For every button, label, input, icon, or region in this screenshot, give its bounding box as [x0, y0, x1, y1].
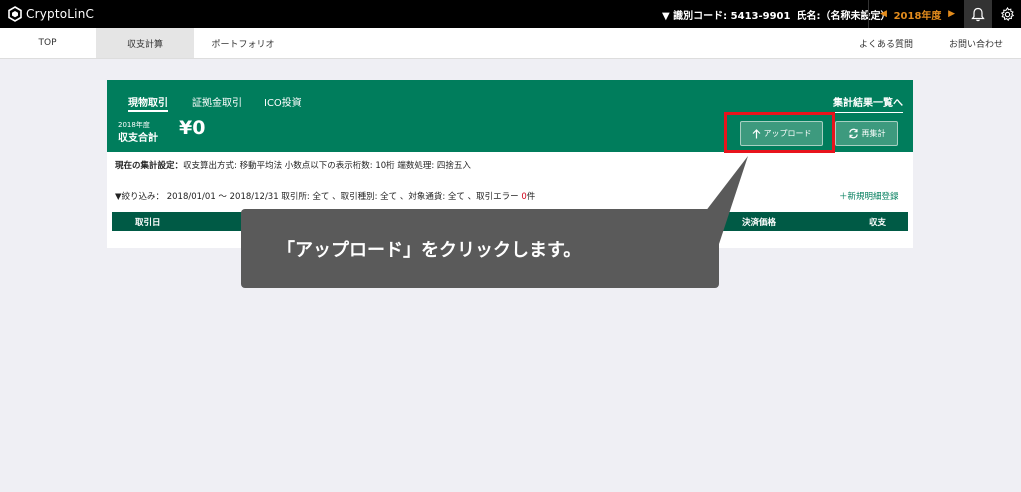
- tab-margin-trading[interactable]: 証拠金取引: [192, 94, 242, 112]
- bell-icon[interactable]: [964, 0, 992, 28]
- total-value: ¥0: [179, 117, 206, 139]
- upload-highlight-box: [724, 112, 835, 153]
- top-bar: CryptoLinC ▼ 識別コード: 5413-9901 氏名:（名称未設定）…: [0, 0, 1021, 28]
- filter-summary[interactable]: ▼絞り込み： 2018/01/01 〜 2018/12/31 取引所: 全て 、…: [115, 190, 535, 202]
- nav-calc[interactable]: 収支計算: [96, 28, 194, 58]
- error-suffix: 件: [526, 192, 536, 202]
- id-code-label[interactable]: ▼ 識別コード: 5413-9901: [662, 7, 790, 22]
- gear-icon[interactable]: [993, 0, 1021, 28]
- prev-year-icon[interactable]: ◀: [880, 9, 887, 19]
- year-label: 2018年度: [893, 10, 942, 22]
- settings-text: 収支算出方式: 移動平均法 小数点以下の表示桁数: 10桁 端数処理: 四捨五入: [183, 161, 471, 171]
- current-settings: 現在の集計設定：収支算出方式: 移動平均法 小数点以下の表示桁数: 10桁 端数…: [115, 159, 471, 171]
- main-nav: TOP 収支計算 ポートフォリオ よくある質問 お問い合わせ: [0, 28, 1021, 59]
- nav-faq[interactable]: よくある質問: [836, 28, 936, 58]
- tooltip-text: 「アップロード」をクリックします。: [277, 239, 582, 261]
- nav-portfolio[interactable]: ポートフォリオ: [196, 28, 290, 58]
- tab-spot-trading[interactable]: 現物取引: [128, 94, 168, 112]
- results-list-link[interactable]: 集計結果一覧へ: [824, 94, 903, 113]
- refresh-icon: [848, 128, 858, 139]
- year-selector[interactable]: ◀ 2018年度 ▶: [868, 0, 964, 28]
- filter-text: ▼絞り込み： 2018/01/01 〜 2018/12/31 取引所: 全て 、…: [115, 192, 519, 202]
- col-trade-date[interactable]: 取引日: [135, 216, 161, 228]
- nav-contact[interactable]: お問い合わせ: [936, 28, 1016, 58]
- col-settlement-price[interactable]: 決済価格: [742, 216, 776, 228]
- col-profit-loss[interactable]: 収支: [869, 216, 886, 228]
- logo[interactable]: CryptoLinC: [7, 5, 94, 23]
- total-label: 収支合計: [118, 133, 158, 144]
- account-info[interactable]: ▼ 識別コード: 5413-9901 氏名:（名称未設定）: [662, 7, 890, 22]
- tab-ico-investment[interactable]: ICO投資: [264, 94, 302, 112]
- nav-top[interactable]: TOP: [0, 28, 95, 58]
- new-register-link[interactable]: ＋新規明細登録: [839, 190, 899, 202]
- settings-prefix: 現在の集計設定：: [115, 161, 184, 171]
- recalc-button[interactable]: 再集計: [835, 121, 898, 146]
- instruction-tooltip: 「アップロード」をクリックします。: [241, 209, 719, 288]
- recalc-button-label: 再集計: [861, 129, 886, 138]
- next-year-icon[interactable]: ▶: [948, 9, 955, 19]
- cryptolinc-logo-icon: [8, 6, 22, 22]
- logo-text: CryptoLinC: [26, 7, 95, 21]
